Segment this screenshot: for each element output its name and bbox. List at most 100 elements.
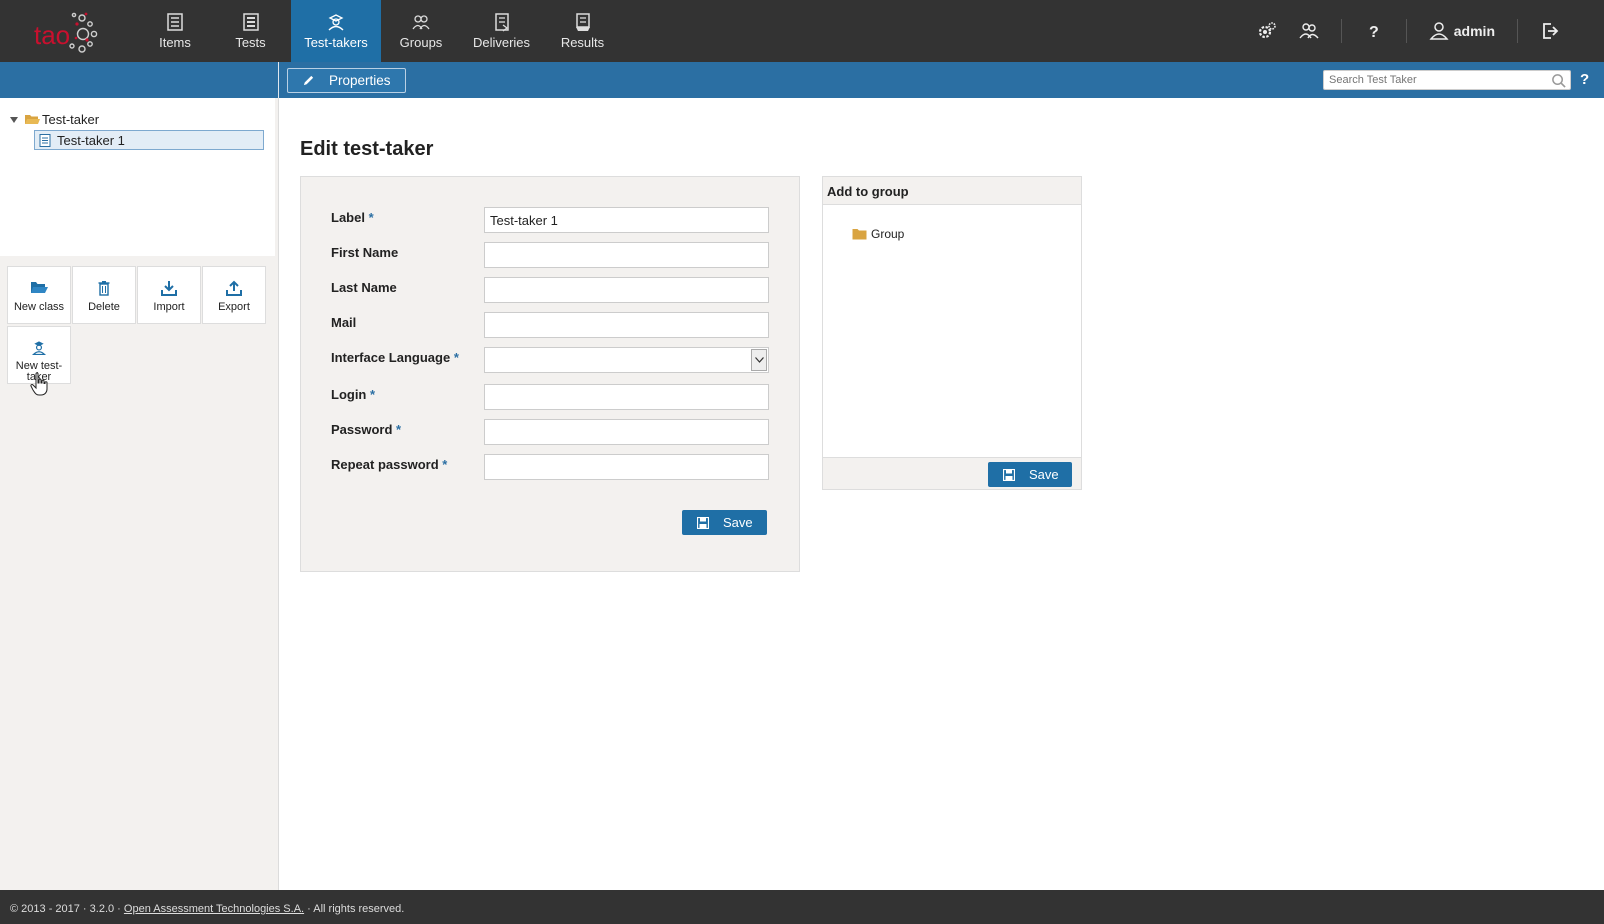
logo-text: tao [34, 20, 71, 50]
caret-down-icon[interactable] [10, 116, 18, 123]
group-panel-footer: Save [823, 457, 1081, 489]
export-icon [226, 280, 242, 296]
add-to-group-panel: Add to group Group Save [822, 176, 1082, 490]
tree-item-test-taker-1[interactable]: Test-taker 1 [34, 130, 264, 150]
document-icon [39, 133, 51, 147]
pencil-icon [303, 75, 314, 86]
help-button[interactable]: ? [1364, 21, 1384, 41]
mail-row: Mail [331, 312, 771, 339]
label-text: Password [331, 422, 393, 437]
folder-icon [852, 229, 867, 240]
nav-label: Items [159, 35, 191, 50]
password-label: Password * [331, 422, 401, 437]
top-actions: ? admin [1235, 0, 1560, 62]
nav-test-takers[interactable]: Test-takers [291, 0, 381, 62]
hand-cursor-icon [30, 372, 48, 396]
tree-root-label: Test-taker [42, 112, 100, 127]
login-row: Login * [331, 384, 771, 411]
nav-tests[interactable]: Tests [210, 0, 291, 62]
interface-language-select[interactable] [484, 347, 769, 373]
required-marker: * [453, 350, 459, 365]
action-bar-left [0, 62, 279, 98]
users-button[interactable] [1299, 21, 1319, 41]
delete-label: Delete [88, 301, 120, 313]
divider [1405, 19, 1407, 43]
deliveries-icon [494, 13, 509, 32]
settings-button[interactable] [1257, 21, 1277, 41]
interface-language-label: Interface Language * [331, 350, 459, 365]
test-taker-icon [31, 341, 47, 355]
new-class-button[interactable]: New class [7, 266, 71, 324]
group-save-button[interactable]: Save [988, 462, 1072, 487]
save-button[interactable]: Save [682, 510, 767, 535]
group-panel-title: Add to group [823, 177, 1081, 205]
login-label: Login * [331, 387, 375, 402]
label-text: Login [331, 387, 367, 402]
required-marker: * [442, 457, 448, 472]
import-button[interactable]: Import [137, 266, 201, 324]
logout-button[interactable] [1540, 21, 1560, 41]
save-label: Save [723, 515, 753, 530]
nav-label: Results [560, 35, 605, 50]
svg-text:?: ? [1369, 24, 1379, 41]
mail-label: Mail [331, 315, 357, 330]
nav-label: Deliveries [472, 35, 531, 50]
first-name-row: First Name [331, 242, 771, 269]
user-icon [1429, 22, 1449, 40]
tree-root-test-taker[interactable]: Test-taker [10, 112, 99, 127]
test-taker-icon [328, 14, 344, 31]
help-icon[interactable]: ? [1580, 71, 1589, 88]
import-icon [161, 281, 177, 296]
floppy-disk-icon [697, 516, 709, 529]
top-bar: tao Items Tests Test-takers Groups Deliv… [0, 0, 1604, 62]
repeat-password-input[interactable] [484, 454, 769, 480]
logout-icon [1543, 23, 1559, 39]
label-field-label: Label * [331, 210, 374, 225]
first-name-label: First Name [331, 245, 399, 260]
user-menu[interactable]: admin [1429, 21, 1495, 41]
nav-groups[interactable]: Groups [381, 0, 461, 62]
first-name-input[interactable] [484, 242, 769, 268]
delete-button[interactable]: Delete [72, 266, 136, 324]
company-link[interactable]: Open Assessment Technologies S.A. [124, 903, 304, 915]
search-icon[interactable] [1551, 73, 1566, 88]
group-label: Group [871, 227, 905, 241]
interface-language-row: Interface Language * [331, 347, 771, 374]
nav-deliveries[interactable]: Deliveries [461, 0, 542, 62]
save-label: Save [1029, 467, 1059, 482]
chevron-down-icon[interactable] [751, 349, 767, 371]
last-name-row: Last Name [331, 277, 771, 304]
password-input[interactable] [484, 419, 769, 445]
group-tree-item[interactable]: Group [852, 227, 904, 241]
new-class-label: New class [13, 301, 65, 313]
results-icon [575, 13, 590, 31]
page-title: Edit test-taker [300, 138, 434, 160]
label-row: Label * [331, 207, 771, 234]
label-input[interactable] [484, 207, 769, 233]
properties-tab[interactable]: Properties [287, 68, 406, 93]
user-name: admin [1453, 23, 1495, 39]
tests-icon [242, 13, 259, 31]
last-name-label: Last Name [331, 280, 397, 295]
divider [1517, 19, 1518, 43]
nav-results[interactable]: Results [542, 0, 623, 62]
label-text: Repeat password [331, 457, 439, 472]
password-row: Password * [331, 419, 771, 446]
login-input[interactable] [484, 384, 769, 410]
mail-input[interactable] [484, 312, 769, 338]
nav-label: Groups [399, 35, 443, 50]
footer: © 2013 - 2017 · 3.2.0 · Open Assessment … [0, 890, 1604, 924]
export-button[interactable]: Export [202, 266, 266, 324]
floppy-disk-icon [1003, 468, 1015, 481]
nav-items[interactable]: Items [140, 0, 210, 62]
question-icon: ? [1369, 24, 1379, 41]
last-name-input[interactable] [484, 277, 769, 303]
search-input[interactable] [1323, 70, 1571, 90]
folder-open-icon [31, 282, 48, 293]
tao-logo[interactable]: tao [28, 6, 108, 56]
groups-icon [412, 15, 430, 30]
gears-icon [1258, 22, 1276, 39]
main-nav: Items Tests Test-takers Groups Deliverie… [140, 0, 623, 62]
required-marker: * [370, 387, 376, 402]
required-marker: * [368, 210, 374, 225]
